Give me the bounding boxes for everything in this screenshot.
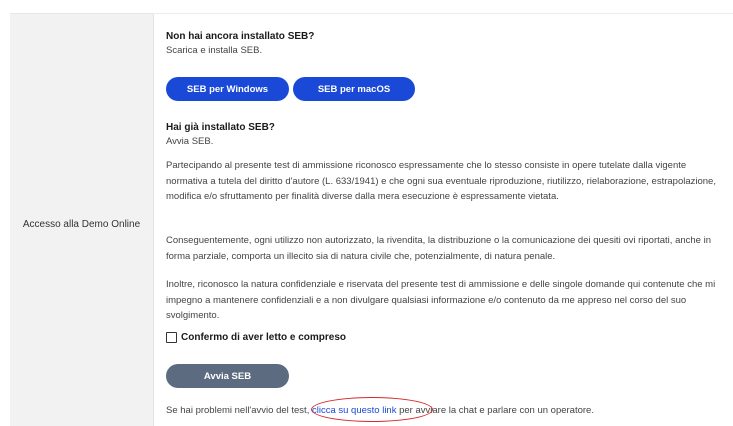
confirm-label[interactable]: Confermo di aver letto e compreso bbox=[181, 332, 346, 343]
confidentiality-paragraph: Inoltre, riconosco la natura confidenzia… bbox=[166, 279, 716, 321]
help-prefix: Se hai problemi nell'avvio del test, bbox=[166, 405, 312, 416]
copyright-paragraph: Partecipando al presente test di ammissi… bbox=[166, 160, 716, 202]
seb-windows-button[interactable]: SEB per Windows bbox=[166, 77, 289, 101]
confirm-checkbox[interactable] bbox=[166, 332, 177, 343]
start-seb-button[interactable]: Avvia SEB bbox=[166, 364, 289, 388]
sidebar-cell: Accesso alla Demo Online bbox=[10, 13, 154, 426]
divider bbox=[153, 13, 733, 14]
confirm-row: Confermo di aver letto e compreso bbox=[166, 332, 346, 343]
unauthorized-use-paragraph: Conseguentemente, ogni utilizzo non auto… bbox=[166, 235, 711, 262]
chat-link[interactable]: clicca su questo link bbox=[312, 405, 396, 416]
help-text: Se hai problemi nell'avvio del test, cli… bbox=[166, 405, 594, 416]
seb-macos-button[interactable]: SEB per macOS bbox=[293, 77, 415, 101]
install-subtitle: Scarica e installa SEB. bbox=[166, 45, 263, 56]
sidebar-label: Accesso alla Demo Online bbox=[22, 219, 141, 230]
help-suffix: per avviare la chat e parlare con un ope… bbox=[396, 405, 594, 416]
install-title: Non hai ancora installato SEB? bbox=[166, 31, 315, 42]
installed-subtitle: Avvia SEB. bbox=[166, 136, 214, 147]
installed-title: Hai già installato SEB? bbox=[166, 122, 275, 133]
